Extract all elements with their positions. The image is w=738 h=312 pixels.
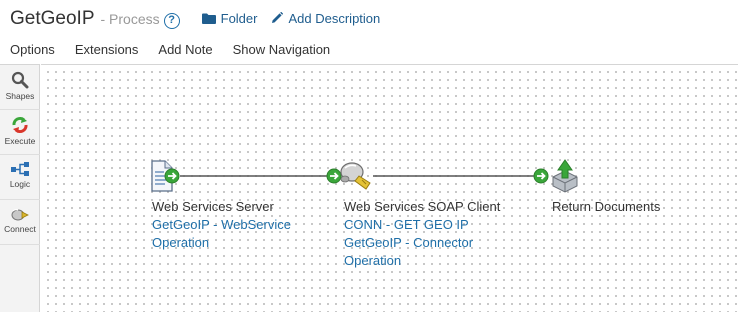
menu-add-note[interactable]: Add Note [158, 42, 212, 60]
process-canvas[interactable]: Web Services Server GetGeoIP - WebServic… [41, 64, 738, 312]
add-description-label: Add Description [288, 10, 381, 26]
connect-icon [11, 209, 29, 221]
folder-link[interactable]: Folder [201, 11, 258, 26]
palette-logic-label: Logic [9, 179, 31, 189]
palette-execute[interactable]: Execute [0, 110, 40, 155]
shape-palette: Shapes Execute Logic Connect [0, 64, 40, 312]
palette-logic[interactable]: Logic [0, 155, 40, 200]
plug-connector-icon[interactable] [340, 162, 371, 190]
help-icon[interactable]: ? [163, 13, 180, 29]
process-header: GetGeoIP - Process ? Folder Add Descript… [10, 8, 380, 34]
shape-connection-link[interactable]: GetGeoIP - WebService [152, 216, 291, 234]
palette-connect[interactable]: Connect [0, 200, 40, 245]
process-name[interactable]: GetGeoIP [10, 8, 95, 30]
return-documents-icon[interactable] [552, 159, 578, 193]
palette-execute-label: Execute [4, 136, 36, 146]
folder-icon [201, 13, 216, 24]
document-arrow-icon[interactable] [151, 160, 180, 192]
execute-icon [12, 117, 28, 133]
palette-connect-label: Connect [4, 224, 36, 234]
shape-connection-link[interactable]: CONN - GET GEO IP [344, 216, 500, 234]
connector-layer [151, 159, 578, 193]
shape-operation-link[interactable]: Operation [152, 234, 291, 252]
magnifier-icon [11, 71, 29, 89]
pencil-icon [272, 12, 284, 23]
logic-icon [11, 162, 29, 176]
palette-shapes-label: Shapes [5, 91, 35, 101]
shape-title: Web Services Server [152, 199, 274, 214]
menu-options[interactable]: Options [10, 42, 55, 60]
menu-show-navigation[interactable]: Show Navigation [233, 42, 331, 60]
input-arrow-icon[interactable] [326, 168, 342, 184]
process-type: - Process [100, 11, 160, 27]
shape-label-return-documents[interactable]: Return Documents [552, 198, 660, 216]
shape-title: Web Services SOAP Client [344, 199, 501, 214]
folder-label: Folder [220, 11, 258, 26]
shape-operation-link[interactable]: Operation [344, 252, 500, 270]
palette-shapes[interactable]: Shapes [0, 65, 40, 110]
process-menu: Options Extensions Add Note Show Navigat… [10, 42, 330, 60]
shape-label-soap-client[interactable]: Web Services SOAP Client CONN - GET GEO … [344, 198, 500, 270]
shape-operation-link[interactable]: GetGeoIP - Connector [344, 234, 500, 252]
shape-label-web-services-server[interactable]: Web Services Server GetGeoIP - WebServic… [152, 198, 291, 252]
menu-extensions[interactable]: Extensions [75, 42, 139, 60]
add-description-link[interactable]: Add Description [271, 11, 380, 26]
shape-title: Return Documents [552, 199, 661, 214]
input-arrow-icon[interactable] [533, 168, 549, 184]
